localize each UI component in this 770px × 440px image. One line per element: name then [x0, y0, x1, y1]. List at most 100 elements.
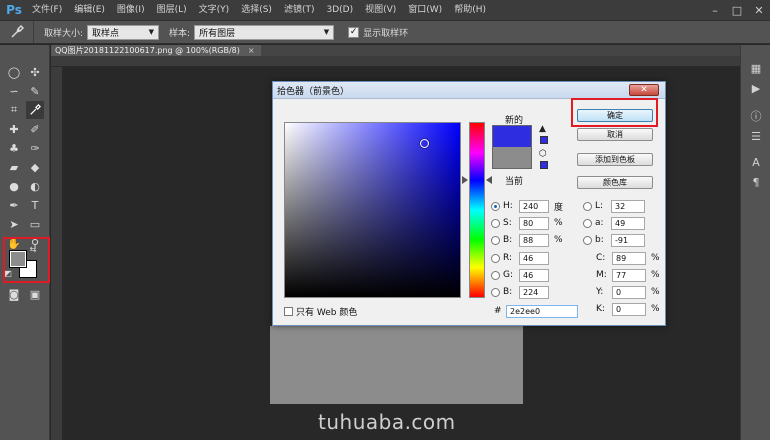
menu-layer[interactable]: 图层(L) [151, 0, 193, 20]
gamut-correction-swatch[interactable] [540, 136, 548, 144]
path-select-icon[interactable]: ➤ [5, 215, 23, 233]
blue-radio[interactable] [491, 287, 500, 297]
lab-l-input[interactable]: 32 [611, 199, 645, 213]
current-color-swatch[interactable] [492, 147, 532, 169]
hue-slider-handle-left-icon[interactable] [462, 176, 468, 184]
black-input[interactable]: 0 [612, 302, 646, 316]
hue-slider-handle-right-icon[interactable] [486, 176, 492, 184]
hex-input[interactable]: 2e2ee0 [506, 304, 578, 318]
blur-icon[interactable]: ● [5, 177, 23, 195]
options-bar: 取样大小: 取样点 ▼ 样本: 所有图层 ▼ ✓ 显示取样环 [0, 20, 770, 44]
sample-size-select[interactable]: 取样点 ▼ [87, 24, 160, 40]
show-ring-label: 显示取样环 [363, 28, 409, 39]
dodge-icon[interactable]: ◐ [26, 177, 44, 195]
paint-bucket-icon[interactable]: ◆ [26, 158, 44, 176]
sample-select[interactable]: 所有图层 ▼ [194, 24, 335, 40]
info-icon[interactable]: ⓘ [747, 107, 765, 125]
lab-b-input[interactable]: -91 [611, 233, 645, 247]
menu-edit[interactable]: 编辑(E) [68, 0, 111, 20]
menu-filter[interactable]: 滤镜(T) [278, 0, 321, 20]
quick-select-icon[interactable]: ✎ [26, 82, 44, 100]
hue-input[interactable]: 240 [519, 199, 549, 213]
red-radio[interactable] [491, 253, 500, 263]
web-safe-correction-swatch[interactable] [540, 161, 548, 169]
lab-b-radio[interactable] [583, 235, 592, 245]
dialog-close-button[interactable]: ✕ [629, 84, 659, 96]
green-radio[interactable] [491, 270, 500, 280]
green-input[interactable]: 46 [519, 268, 549, 282]
lab-a-radio[interactable] [583, 218, 592, 228]
magenta-unit: % [651, 270, 660, 280]
history-brush-icon[interactable]: ✑ [26, 139, 44, 157]
web-only-checkbox[interactable] [284, 307, 293, 316]
eyedropper-icon[interactable] [0, 21, 34, 43]
paragraph-icon[interactable]: ¶ [747, 173, 765, 191]
out-of-gamut-warning-icon[interactable]: ▲ [539, 124, 546, 134]
brightness-input[interactable]: 88 [519, 233, 549, 247]
screen-mode-icon[interactable]: ▣ [26, 285, 44, 303]
magenta-input[interactable]: 77 [612, 268, 646, 282]
menu-file[interactable]: 文件(F) [26, 0, 68, 20]
show-ring-checkbox[interactable]: ✓ [348, 26, 360, 38]
color-field-cursor[interactable] [420, 138, 429, 148]
green-label: G: [503, 270, 514, 280]
maximize-button[interactable]: □ [726, 0, 748, 20]
foreground-color-swatch[interactable] [9, 250, 27, 268]
menu-image[interactable]: 图像(I) [111, 0, 151, 20]
play-icon[interactable]: ▶ [747, 79, 765, 97]
hue-unit: 度 [554, 202, 564, 213]
menu-window[interactable]: 窗口(W) [402, 0, 448, 20]
type-icon[interactable]: T [26, 196, 44, 214]
crop-icon[interactable]: ⌗ [5, 101, 23, 119]
lab-l-radio[interactable] [583, 201, 592, 211]
menu-type[interactable]: 文字(Y) [193, 0, 236, 20]
red-input[interactable]: 46 [519, 251, 549, 265]
brightness-radio[interactable] [491, 235, 500, 245]
properties-icon[interactable]: ☰ [747, 127, 765, 145]
lab-a-row: a: 49 [583, 216, 645, 230]
hue-radio[interactable] [491, 201, 500, 211]
yellow-input[interactable]: 0 [612, 285, 646, 299]
eyedropper-tool-icon[interactable] [26, 101, 44, 119]
close-app-button[interactable]: ✕ [748, 0, 770, 20]
add-to-swatches-button[interactable]: 添加到色板 [577, 153, 653, 166]
cancel-button[interactable]: 取消 [577, 128, 653, 141]
document-canvas[interactable] [270, 326, 523, 404]
blue-input[interactable]: 224 [519, 285, 549, 299]
menu-view[interactable]: 视图(V) [359, 0, 402, 20]
menu-select[interactable]: 选择(S) [235, 0, 278, 20]
history-icon[interactable]: ▦ [747, 59, 765, 77]
hue-slider[interactable] [469, 122, 485, 298]
close-icon[interactable]: × [248, 46, 255, 55]
cyan-input[interactable]: 89 [612, 251, 646, 265]
lasso-icon[interactable]: ∽ [5, 82, 23, 100]
marquee-icon[interactable]: ◯ [5, 63, 23, 81]
menu-help[interactable]: 帮助(H) [448, 0, 492, 20]
blue-row: B: 224 [491, 285, 549, 299]
document-tab[interactable]: QQ图片20181122100617.png @ 100%(RGB/8) × [51, 45, 261, 56]
color-field[interactable] [284, 122, 461, 298]
menu-3d[interactable]: 3D(D) [320, 0, 359, 20]
saturation-input[interactable]: 80 [519, 216, 549, 230]
web-safe-warning-icon[interactable]: ⬡ [539, 149, 547, 159]
rectangle-icon[interactable]: ▭ [26, 215, 44, 233]
saturation-radio[interactable] [491, 218, 500, 228]
magenta-label: M: [596, 270, 607, 280]
brush-icon[interactable]: ✐ [26, 120, 44, 138]
ruler-horizontal [51, 56, 740, 67]
healing-brush-icon[interactable]: ✚ [5, 120, 23, 138]
eraser-icon[interactable]: ▰ [5, 158, 23, 176]
lab-a-input[interactable]: 49 [611, 216, 645, 230]
quick-mask-icon[interactable]: ◙ [5, 285, 23, 303]
pen-icon[interactable]: ✒ [5, 196, 23, 214]
move-icon[interactable]: ✣ [26, 63, 44, 81]
dialog-titlebar[interactable]: 拾色器（前景色） ✕ [273, 82, 665, 99]
menu-bar: Ps 文件(F) 编辑(E) 图像(I) 图层(L) 文字(Y) 选择(S) 滤… [0, 0, 770, 20]
character-icon[interactable]: A [747, 153, 765, 171]
clone-stamp-icon[interactable]: ♣ [5, 139, 23, 157]
brightness-label: B: [503, 235, 513, 245]
magenta-row: M: 77 % [596, 268, 660, 282]
web-only-option[interactable]: 只有 Web 颜色 [284, 305, 357, 318]
color-libraries-button[interactable]: 颜色库 [577, 176, 653, 189]
minimize-button[interactable]: – [704, 0, 726, 20]
